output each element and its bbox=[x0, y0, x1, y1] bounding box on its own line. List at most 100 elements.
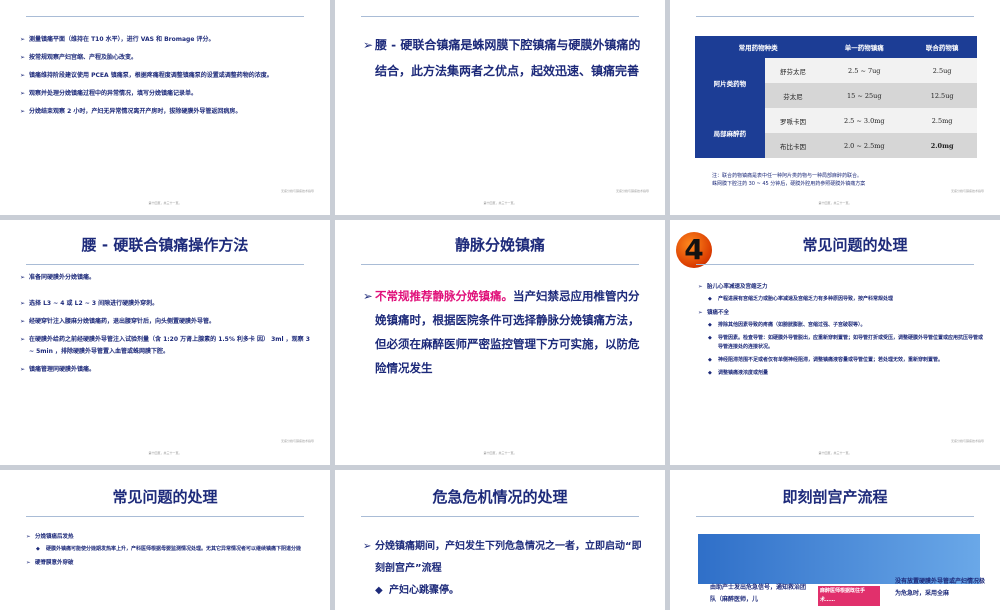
slide-title: 危急危机情况的处理 bbox=[432, 488, 568, 506]
bullet-item: ➢ 镇痛不全 bbox=[698, 310, 730, 316]
bullet-item: ➢ 镇痛维持阶段建议使用 PCEA 镇痛泵，根据疼痛程度调整镇痛泵的设置或调整药物… bbox=[20, 70, 310, 82]
section-number-badge: 4 bbox=[676, 232, 712, 268]
bullet-item: ➢ 分娩镇痛后发热 bbox=[26, 534, 74, 540]
slide-thumbnail-5[interactable]: 静脉分娩镇痛 ➢ 不常规推荐静脉分娩镇痛。当产妇禁忌应用椎管内分娩镇痛时，根据医院… bbox=[335, 220, 665, 465]
diamond-bullet-icon: ◆ bbox=[36, 546, 40, 552]
diamond-bullet-icon: ◆ bbox=[708, 335, 712, 341]
table-header-cell: 常用药物种类 bbox=[695, 36, 822, 58]
arrow-bullet-icon: ➢ bbox=[20, 72, 26, 79]
table-cell: 2.5 ~ 7ug bbox=[821, 58, 908, 83]
arrow-bullet-icon: ➢ bbox=[363, 38, 374, 52]
arrow-bullet-icon: ➢ bbox=[20, 336, 26, 343]
bullet-item: ➢ 硬脊膜意外穿破 bbox=[26, 560, 74, 566]
arrow-bullet-icon: ➢ bbox=[20, 300, 26, 307]
table-cell: 罗哌卡因 bbox=[764, 108, 822, 133]
note-line: 蛛网膜下腔注药 30 ~ 45 分钟后，硬膜外腔用药参照硬膜外镇痛方案 bbox=[712, 181, 866, 187]
arrow-bullet-icon: ➢ bbox=[20, 318, 26, 325]
sub-bullet-item: ◆ 导管因素。检查导管：如硬膜外导管脱出，应重新穿刺置管；如导管打折或受压，调整硬… bbox=[708, 335, 984, 350]
table-note: 注：联合药物镇痛是表中任一种阿片类药物与一种局部麻醉药联合。 蛛网膜下腔注药 3… bbox=[712, 172, 865, 188]
footer-caption: 无痛分娩与镇痛技术指导 bbox=[950, 189, 984, 193]
page-footer: 第十四页，共三十一页。 bbox=[818, 451, 852, 455]
title-divider bbox=[26, 264, 304, 265]
bullet-item: ➢ 按常规观察产妇宫缩、产程及胎心改变。 bbox=[20, 52, 310, 64]
bullet-item: ➢ 测量镇痛平面（维持在 T10 水平），进行 VAS 和 Bromage 评分。 bbox=[20, 34, 310, 46]
arrow-bullet-icon: ➢ bbox=[363, 541, 372, 552]
bullet-item: ➢ 经硬穿针注入腰麻分娩镇痛药，退出腰穿针后，向头侧置硬膜外导管。 bbox=[20, 316, 310, 328]
slide-thumbnail-4[interactable]: 腰 - 硬联合镇痛操作方法 ➢ 准备同硬膜外分娩镇痛。 ➢ 选择 L3 ~ 4 或 … bbox=[0, 220, 330, 465]
bullet-item: ➢ 分娩镇痛期间，产妇发生下列危急情况之一者，立即启动“即刻剖宫产”流程 bbox=[363, 536, 648, 580]
table-cell: 芬太尼 bbox=[764, 83, 822, 108]
title-divider bbox=[361, 516, 639, 517]
bullet-item: ➢ 腰 - 硬联合镇痛是蛛网膜下腔镇痛与硬膜外镇痛的结合，此方法集两者之优点，起效… bbox=[363, 32, 648, 84]
slide-thumbnail-1[interactable]: ➢ 测量镇痛平面（维持在 T10 水平），进行 VAS 和 Bromage 评分。… bbox=[0, 0, 330, 215]
arrow-bullet-icon: ➢ bbox=[20, 108, 26, 115]
table-header-cell: 单一药物镇痛 bbox=[821, 36, 908, 58]
arrow-bullet-icon: ➢ bbox=[20, 90, 26, 97]
page-footer: 第十四页，共三十一页。 bbox=[148, 451, 182, 455]
arrow-bullet-icon: ➢ bbox=[698, 284, 703, 290]
header-divider bbox=[26, 16, 304, 17]
slide-thumbnail-9[interactable]: 即刻剖宫产流程 由助产士发出危急信号，通知救治团队（麻醉医师，儿 麻醉医师根据既… bbox=[670, 470, 1000, 610]
bullet-item: ➢ 胎儿心率减速及宫缩乏力 bbox=[698, 284, 768, 290]
bullet-list: ➢ 分娩镇痛后发热 ◆ 硬膜外镇痛可能使分娩期发热率上升，产科医师根据母婴监测情况处… bbox=[26, 532, 311, 574]
bullet-list: ➢ 分娩镇痛期间，产妇发生下列危急情况之一者，立即启动“即刻剖宫产”流程 ◆ 产妇心… bbox=[363, 536, 648, 602]
page-footer: 第十四页，共三十一页。 bbox=[818, 201, 852, 205]
page-footer: 第十四页，共三十一页。 bbox=[483, 451, 517, 455]
diamond-bullet-icon: ◆ bbox=[708, 370, 712, 376]
sub-bullet-item: ◆ 调整镇痛液浓度或剂量 bbox=[708, 370, 769, 376]
bullet-item: ➢ 在硬膜外给药之前经硬膜外导管注入试验剂量（含 1:20 万肾上腺素的 1.5%… bbox=[20, 336, 310, 355]
header-divider bbox=[361, 16, 639, 17]
slide-thumbnail-8[interactable]: 危急危机情况的处理 ➢ 分娩镇痛期间，产妇发生下列危急情况之一者，立即启动“即刻剖… bbox=[335, 470, 665, 610]
table-header-row: 常用药物种类 单一药物镇痛 联合药物镇 bbox=[695, 36, 977, 58]
table-cell: 2.0mg bbox=[907, 133, 977, 158]
flow-step-highlight: 麻醉医师根据既往手术…… bbox=[818, 586, 880, 606]
slide-title: 腰 - 硬联合镇痛操作方法 bbox=[81, 236, 249, 254]
slide-thumbnail-3[interactable]: 常用药物种类 单一药物镇痛 联合药物镇 阿片类药物 舒芬太尼 2.5 ~ 7ug… bbox=[670, 0, 1000, 215]
arrow-bullet-icon: ➢ bbox=[20, 54, 26, 61]
drug-table: 常用药物种类 单一药物镇痛 联合药物镇 阿片类药物 舒芬太尼 2.5 ~ 7ug… bbox=[695, 36, 977, 158]
bullet-item: ➢ 不常规推荐静脉分娩镇痛。当产妇禁忌应用椎管内分娩镇痛时，根据医院条件可选择静脉… bbox=[363, 284, 648, 380]
table-cell: 2.5 ~ 3.0mg bbox=[821, 108, 908, 133]
arrow-bullet-icon: ➢ bbox=[363, 289, 373, 303]
diamond-bullet-icon: ◆ bbox=[375, 585, 383, 596]
table-cell: 12.5ug bbox=[907, 83, 977, 108]
table-cell: 舒芬太尼 bbox=[764, 58, 822, 83]
table-header-cell: 联合药物镇 bbox=[907, 36, 977, 58]
highlight-text: 不常规推荐静脉分娩镇痛。 bbox=[375, 289, 513, 303]
footer-caption: 无痛分娩与镇痛技术指导 bbox=[280, 189, 314, 193]
title-divider bbox=[696, 264, 974, 265]
page-footer: 第十四页，共三十一页。 bbox=[483, 201, 517, 205]
slide-thumbnail-2[interactable]: ➢ 腰 - 硬联合镇痛是蛛网膜下腔镇痛与硬膜外镇痛的结合，此方法集两者之优点，起效… bbox=[335, 0, 665, 215]
bullet-list: ➢ 不常规推荐静脉分娩镇痛。当产妇禁忌应用椎管内分娩镇痛时，根据医院条件可选择静脉… bbox=[363, 284, 648, 386]
bullet-item: ➢ 选择 L3 ~ 4 或 L2 ~ 3 间隙进行硬膜外穿刺。 bbox=[20, 298, 310, 310]
note-line: 注：联合药物镇痛是表中任一种阿片类药物与一种局部麻醉药联合。 bbox=[712, 173, 863, 179]
sub-bullet-item: ◆ 排除其他因素导致的疼痛（如膀胱膨胀、宫缩过强、子宫破裂等）。 bbox=[708, 322, 866, 328]
footer-caption: 无痛分娩与镇痛技术指导 bbox=[615, 189, 649, 193]
table-row: 局部麻醉药 罗哌卡因 2.5 ~ 3.0mg 2.5mg bbox=[695, 108, 977, 158]
sub-bullet-item: ◆ 神经阻滞范围不足或者仅有单侧神经阻滞，调整镇痛液容量或导管位置；若处理无效，重… bbox=[708, 357, 944, 363]
table-row: 阿片类药物 舒芬太尼 2.5 ~ 7ug 2.5ug bbox=[695, 58, 977, 108]
bullet-list: ➢ 测量镇痛平面（维持在 T10 水平），进行 VAS 和 Bromage 评分。… bbox=[20, 34, 310, 124]
sub-bullet-item: ◆ 硬膜外镇痛可能使分娩期发热率上升，产科医师根据母婴监测情况处理。无其它异常情况… bbox=[36, 546, 302, 552]
sub-bullet-item: ◆ 产程进展有宫缩乏力或胎心率减速及宫缩乏力有多种原因导致，按产科常规处理 bbox=[708, 296, 894, 302]
footer-caption: 无痛分娩与镇痛技术指导 bbox=[280, 439, 314, 443]
arrow-bullet-icon: ➢ bbox=[26, 534, 31, 540]
slide-title: 即刻剖宫产流程 bbox=[782, 488, 888, 506]
table-cell: 2.5ug bbox=[907, 58, 977, 83]
page-footer: 第十四页，共三十一页。 bbox=[148, 201, 182, 205]
bullet-list: ➢ 准备同硬膜外分娩镇痛。 ➢ 选择 L3 ~ 4 或 L2 ~ 3 间隙进行硬膜外… bbox=[20, 272, 310, 382]
slide-thumbnail-6[interactable]: 4 常见问题的处理 ➢ 胎儿心率减速及宫缩乏力 ◆ 产程进展有宫缩乏力或胎心率减速及… bbox=[670, 220, 1000, 465]
slide-title: 常见问题的处理 bbox=[112, 488, 218, 506]
diamond-bullet-icon: ◆ bbox=[708, 322, 712, 328]
table-group-cell: 阿片类药物 bbox=[695, 58, 765, 108]
footer-caption: 无痛分娩与镇痛技术指导 bbox=[950, 439, 984, 443]
slide-thumbnail-7[interactable]: 常见问题的处理 ➢ 分娩镇痛后发热 ◆ 硬膜外镇痛可能使分娩期发热率上升，产科医师根… bbox=[0, 470, 330, 610]
title-divider bbox=[361, 264, 639, 265]
slide-title: 常见问题的处理 bbox=[802, 236, 908, 254]
arrow-bullet-icon: ➢ bbox=[20, 36, 26, 43]
bullet-item: ➢ 准备同硬膜外分娩镇痛。 bbox=[20, 272, 310, 284]
table-cell: 15 ~ 25ug bbox=[821, 83, 908, 108]
table-group-cell: 局部麻醉药 bbox=[695, 108, 765, 158]
bullet-list: ➢ 胎儿心率减速及宫缩乏力 ◆ 产程进展有宫缩乏力或胎心率减速及宫缩乏力有多种原因导… bbox=[698, 282, 983, 382]
table-cell: 布比卡因 bbox=[764, 133, 822, 158]
